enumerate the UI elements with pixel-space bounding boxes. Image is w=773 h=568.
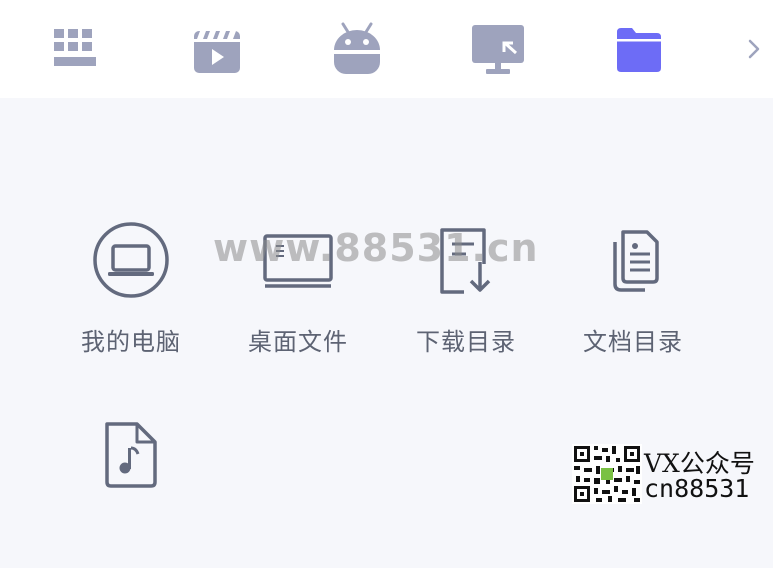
video-clapper-icon <box>194 31 240 73</box>
tab-screen-cast[interactable] <box>443 0 553 98</box>
badge-line-2: cn88531 <box>644 474 750 503</box>
download-document-icon <box>428 222 504 298</box>
screen-cast-icon <box>472 25 524 74</box>
item-label: 下载目录 <box>416 329 516 356</box>
android-icon <box>334 22 380 74</box>
tab-android[interactable] <box>302 0 412 98</box>
item-music[interactable] <box>56 418 206 568</box>
laptop-icon <box>93 222 169 298</box>
music-file-icon <box>93 418 169 494</box>
item-desktop-files[interactable]: 桌面文件 <box>223 222 373 372</box>
scroll-tabs-right-button[interactable] <box>735 0 773 98</box>
tab-files[interactable] <box>584 0 694 98</box>
item-my-computer[interactable]: 我的电脑 <box>56 222 206 372</box>
apps-grid-icon <box>54 29 96 66</box>
qr-code-icon <box>572 444 642 504</box>
tab-apps[interactable] <box>21 0 131 98</box>
documents-icon <box>595 222 671 298</box>
folder-icon <box>617 28 661 72</box>
item-label: 我的电脑 <box>81 329 181 356</box>
account-badge: VX公众号 cn88531 <box>572 442 773 504</box>
item-download-directory[interactable]: 下载目录 <box>391 222 541 372</box>
item-label: 桌面文件 <box>248 329 348 356</box>
desktop-monitor-icon <box>260 222 336 298</box>
item-label: 文档目录 <box>583 329 683 356</box>
category-tab-bar <box>0 0 773 98</box>
item-documents-directory[interactable]: 文档目录 <box>558 222 708 372</box>
tab-videos[interactable] <box>162 0 272 98</box>
chevron-right-icon <box>748 39 760 59</box>
